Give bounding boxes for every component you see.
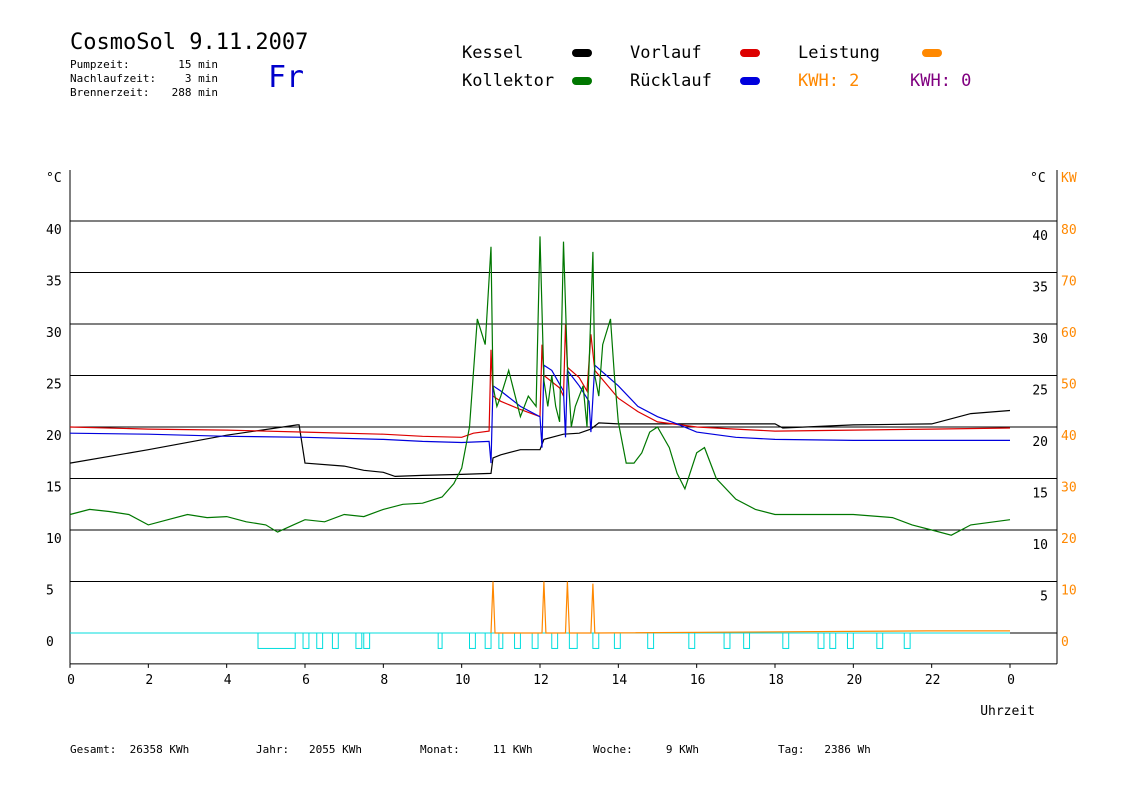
series-line-leistung (490, 581, 1010, 634)
kw-tick-70: 70 (1061, 275, 1077, 290)
pump-interval-16 (647, 632, 655, 649)
pump-interval-14 (592, 632, 600, 649)
kw-axis-label: KW (1061, 171, 1077, 186)
kw-tick-80: 80 (1061, 223, 1077, 238)
x-tick-10: 20 (847, 673, 863, 688)
kw-tick-40: 40 (1061, 429, 1077, 444)
pump-interval-19 (743, 632, 751, 649)
pump-interval-0 (257, 632, 296, 649)
kw-tick-50: 50 (1061, 378, 1077, 393)
kw-tick-10: 10 (1061, 584, 1077, 599)
y-tick-left-40: 40 (46, 223, 62, 238)
y-tick-right-40: 40 (1032, 229, 1048, 244)
x-tick-11: 22 (925, 673, 941, 688)
pump-interval-12 (551, 632, 559, 649)
x-tick-4: 8 (380, 673, 388, 688)
pump-interval-20 (782, 632, 790, 649)
y-tick-left-25: 25 (46, 378, 62, 393)
footer-gesamt: Gesamt: 26358 KWh (70, 743, 190, 756)
pump-interval-8 (484, 632, 492, 649)
y-tick-right-30: 30 (1032, 332, 1048, 347)
x-tick-1: 2 (145, 673, 153, 688)
y-tick-left-0: 0 (46, 635, 54, 650)
pump-interval-5 (363, 632, 371, 649)
y-tick-right-25: 25 (1032, 384, 1048, 399)
x-tick-8: 16 (690, 673, 706, 688)
pump-interval-22 (829, 632, 837, 649)
pump-interval-17 (688, 632, 696, 649)
y-tick-right-5: 5 (1040, 590, 1048, 605)
pump-interval-24 (876, 632, 884, 649)
y-tick-right-20: 20 (1032, 435, 1048, 450)
pump-interval-2 (316, 632, 324, 649)
y-tick-right-15: 15 (1032, 487, 1048, 502)
x-axis-label: Uhrzeit (980, 704, 1035, 719)
pump-interval-13 (568, 632, 578, 649)
pump-interval-6 (437, 632, 443, 649)
pump-interval-9 (498, 632, 504, 649)
y-axis-label-right: °C (1030, 171, 1046, 186)
kw-tick-0: 0 (1061, 635, 1069, 650)
y-tick-left-30: 30 (46, 326, 62, 341)
footer-jahr: Jahr: 2055 KWh (256, 743, 362, 756)
x-tick-7: 14 (612, 673, 628, 688)
x-tick-12: 0 (1007, 673, 1015, 688)
series-line-kollektor (69, 236, 1011, 536)
pump-interval-11 (531, 632, 539, 649)
kw-tick-30: 30 (1061, 481, 1077, 496)
x-tick-9: 18 (768, 673, 784, 688)
y-axis-label-left: °C (46, 171, 62, 186)
pump-interval-21 (817, 632, 825, 649)
y-tick-left-20: 20 (46, 429, 62, 444)
y-tick-left-15: 15 (46, 481, 62, 496)
y-tick-left-10: 10 (46, 532, 62, 547)
pump-interval-25 (903, 632, 911, 649)
footer-woche: Woche: 9 KWh (593, 743, 699, 756)
pump-interval-1 (302, 632, 310, 649)
kw-tick-20: 20 (1061, 532, 1077, 547)
y-tick-right-10: 10 (1032, 538, 1048, 553)
pump-interval-3 (331, 632, 339, 649)
pump-interval-10 (514, 632, 521, 649)
footer-monat: Monat: 11 KWh (420, 743, 533, 756)
footer-tag: Tag: 2386 Wh (778, 743, 871, 756)
pump-interval-7 (469, 632, 476, 649)
x-tick-2: 4 (224, 673, 232, 688)
chart-area: 4035302520151050°C403530252015105°C80706… (46, 170, 1077, 719)
x-tick-3: 6 (302, 673, 310, 688)
pump-interval-4 (355, 632, 363, 649)
pump-interval-15 (613, 632, 621, 649)
pump-interval-23 (846, 632, 854, 649)
pump-interval-18 (723, 632, 731, 649)
kw-tick-60: 60 (1061, 326, 1077, 341)
x-tick-0: 0 (67, 673, 75, 688)
y-tick-right-35: 35 (1032, 281, 1048, 296)
x-tick-5: 10 (455, 673, 471, 688)
y-tick-left-35: 35 (46, 275, 62, 290)
y-tick-left-5: 5 (46, 584, 54, 599)
x-tick-6: 12 (533, 673, 549, 688)
